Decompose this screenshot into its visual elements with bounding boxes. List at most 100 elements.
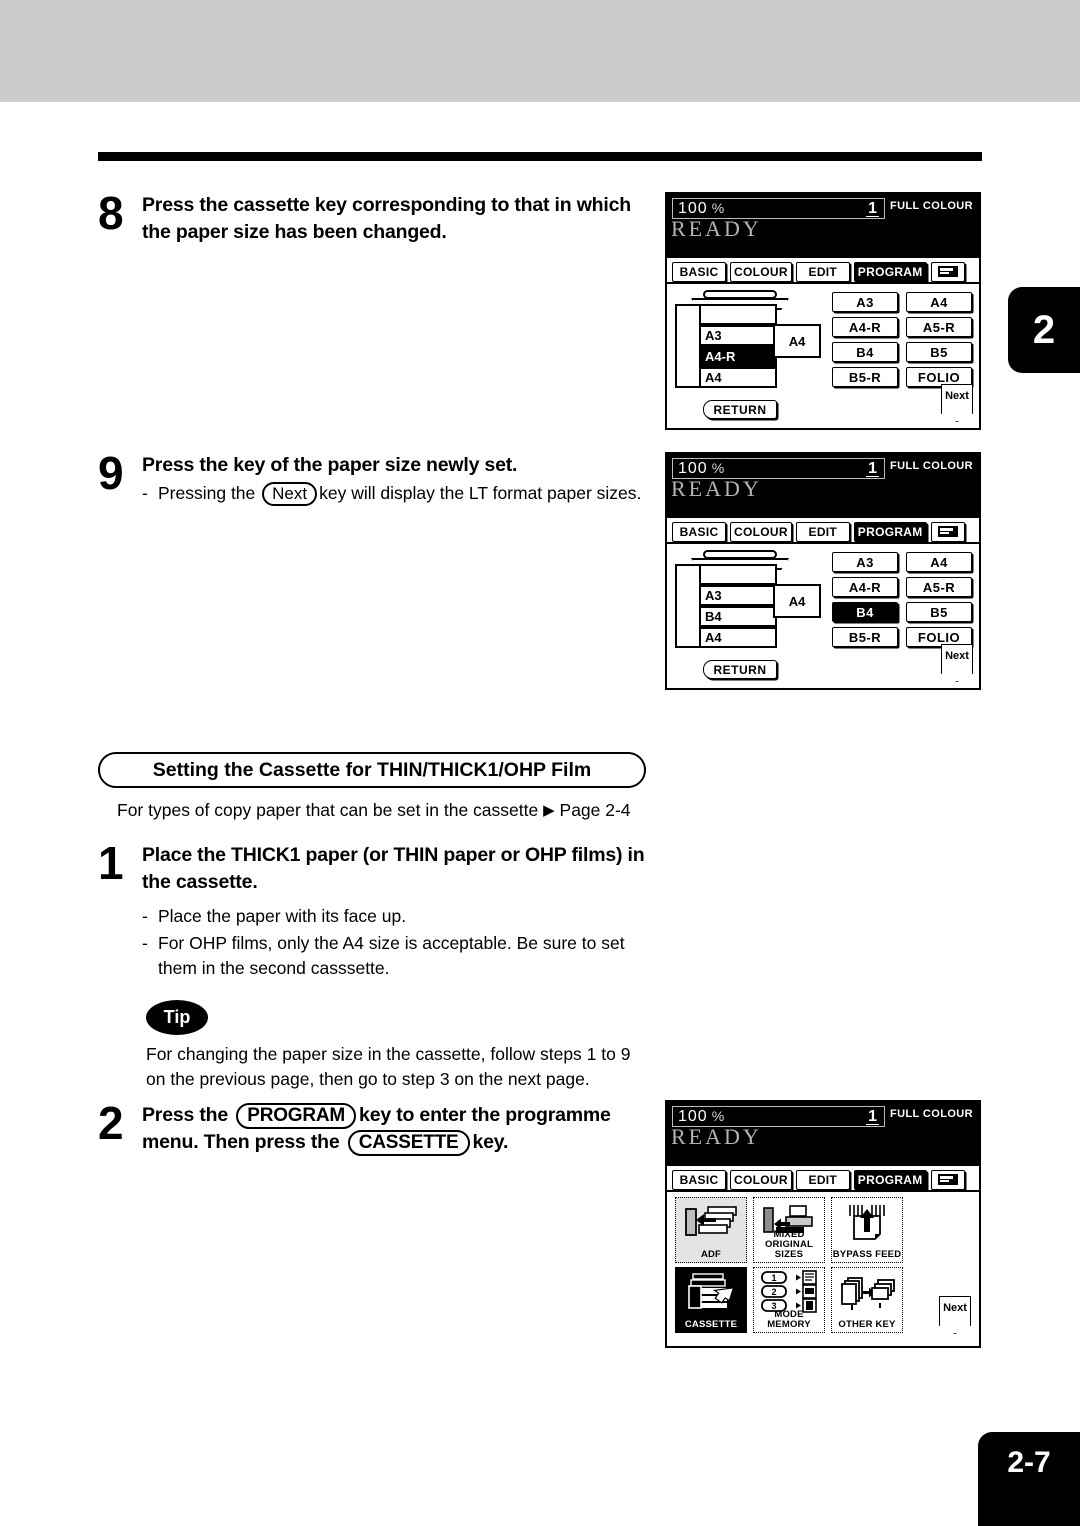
step-2-text-4: key. — [472, 1131, 509, 1153]
step-1-number: 1 — [98, 837, 124, 889]
copy-count: 1 — [866, 199, 879, 217]
keyboard-icon — [937, 1174, 958, 1185]
size-button-a3[interactable]: A3 — [832, 292, 898, 312]
step-2-text-2: key to enter the programme — [359, 1104, 611, 1126]
program-item-mixed-original-sizes[interactable]: MIXED ORIGINAL SIZES — [753, 1197, 825, 1263]
zoom-value: 100 — [678, 199, 708, 217]
colour-mode-label: FULL COLOUR — [889, 200, 973, 212]
size-button-b5[interactable]: B5 — [906, 602, 972, 622]
tip-line-1: For changing the paper size in the casse… — [146, 1044, 631, 1064]
cassette-row-3[interactable]: A4-R — [699, 346, 777, 367]
tab-colour[interactable]: COLOUR — [730, 261, 792, 282]
cassette-row-4[interactable]: A4 — [699, 367, 777, 388]
size-button-a4[interactable]: A4 — [906, 552, 972, 572]
size-button-a4[interactable]: A4 — [906, 292, 972, 312]
tab-edit[interactable]: EDIT — [795, 261, 850, 282]
program-item-bypass-label: BYPASS FEED — [832, 1249, 902, 1260]
tip-line-2: on the previous page, then go to step 3 … — [146, 1069, 590, 1089]
cassette-lid — [703, 550, 777, 559]
next-button[interactable]: Next — [939, 1296, 971, 1334]
step-9-note-pre: Pressing the — [158, 483, 256, 503]
percent-symbol: % — [711, 459, 725, 476]
bypass-tray-size[interactable]: A4 — [773, 324, 821, 358]
next-button[interactable]: Next — [941, 644, 973, 682]
tip-text: For changing the paper size in the casse… — [146, 1042, 630, 1092]
lcd-tab-bar: BASIC COLOUR EDIT PROGRAM — [667, 1164, 979, 1190]
tab-keyboard[interactable] — [930, 261, 965, 282]
step-9-note: - Pressing the Next key will display the … — [142, 481, 654, 506]
program-item-mode-memory[interactable]: 1 2 3 MODE MEMORY — [753, 1267, 825, 1333]
size-button-a5r[interactable]: A5-R — [906, 577, 972, 597]
step-8-title: Press the cassette key corresponding to … — [142, 194, 631, 243]
size-button-a3[interactable]: A3 — [832, 552, 898, 572]
size-button-b4[interactable]: B4 — [832, 342, 898, 362]
section-heading: Setting the Cassette for THIN/THICK1/OHP… — [98, 752, 646, 788]
program-item-cassette[interactable]: CASSETTE — [675, 1267, 747, 1333]
mode-memory-icon: 1 2 3 — [754, 1270, 824, 1316]
tab-keyboard[interactable] — [930, 521, 965, 542]
other-key-icon — [832, 1271, 902, 1313]
zoom-value: 100 — [678, 1107, 708, 1125]
tab-edit[interactable]: EDIT — [795, 521, 850, 542]
size-button-a5r[interactable]: A5-R — [906, 317, 972, 337]
lcd-tab-bar: BASIC COLOUR EDIT PROGRAM — [667, 256, 979, 282]
bypass-tray-size[interactable]: A4 — [773, 584, 821, 618]
mode-memory-number-1: 1 — [771, 1273, 776, 1283]
size-button-b5r[interactable]: B5-R — [832, 367, 898, 387]
lcd-content-area: A3 B4 A4 A4 RETURN A3 A4 A4-R A5-R B4 B5… — [667, 542, 979, 688]
section-note: For types of copy paper that can be set … — [117, 800, 631, 821]
mixed-original-sizes-icon — [754, 1201, 824, 1243]
program-item-other-key-label: OTHER KEY — [838, 1319, 896, 1330]
step-1-bullet-1: - Place the paper with its face up. — [142, 904, 658, 929]
cassette-lid — [703, 290, 777, 299]
cassette-row-4[interactable]: A4 — [699, 627, 777, 648]
size-button-b4[interactable]: B4 — [832, 602, 898, 622]
cassette-row-2[interactable]: A3 — [699, 325, 777, 346]
step-2-text-1: Press the — [142, 1104, 228, 1126]
cassette-row-2[interactable]: A3 — [699, 585, 777, 606]
next-button[interactable]: Next — [941, 384, 973, 422]
tab-program[interactable]: PROGRAM — [853, 521, 927, 542]
tab-basic[interactable]: BASIC — [672, 1169, 726, 1190]
cassette-icon — [676, 1271, 746, 1313]
cassette-row-1[interactable] — [699, 304, 777, 325]
program-item-adf-label: ADF — [700, 1249, 722, 1260]
tip-badge: Tip — [146, 1000, 208, 1035]
copy-count: 1 — [866, 1107, 879, 1125]
size-button-a4r[interactable]: A4-R — [832, 317, 898, 337]
bullet-dash: - — [142, 933, 148, 953]
colour-mode-label: FULL COLOUR — [889, 460, 973, 472]
tab-basic[interactable]: BASIC — [672, 521, 726, 542]
program-item-other-key[interactable]: OTHER KEY — [831, 1267, 903, 1333]
size-button-a4r[interactable]: A4-R — [832, 577, 898, 597]
page-number: 2-7 — [978, 1432, 1080, 1526]
step-1-bullet-2-text: For OHP films, only the A4 size is accep… — [158, 933, 625, 978]
tab-program[interactable]: PROGRAM — [853, 1169, 927, 1190]
step-1: 1 Place the THICK1 paper (or THIN paper … — [98, 837, 658, 981]
copy-count: 1 — [866, 459, 879, 477]
tab-colour[interactable]: COLOUR — [730, 1169, 792, 1190]
size-button-b5r[interactable]: B5-R — [832, 627, 898, 647]
return-button[interactable]: RETURN — [703, 400, 777, 419]
step-9: 9 Press the key of the paper size newly … — [98, 450, 654, 506]
step-1-bullet-2: - For OHP films, only the A4 size is acc… — [142, 931, 658, 981]
tab-colour[interactable]: COLOUR — [730, 521, 792, 542]
tab-basic[interactable]: BASIC — [672, 261, 726, 282]
status-text: READY — [671, 476, 762, 501]
tab-program[interactable]: PROGRAM — [853, 261, 927, 282]
percent-symbol: % — [711, 199, 725, 216]
manual-page: 2 2-7 8 Press the cassette key correspon… — [0, 0, 1080, 1526]
section-note-text: For types of copy paper that can be set … — [117, 800, 539, 820]
paper-size-grid: A3 A4 A4-R A5-R B4 B5 B5-R FOLIO — [832, 292, 974, 387]
keyboard-icon — [937, 266, 958, 277]
tab-keyboard[interactable] — [930, 1169, 965, 1190]
cassette-row-3[interactable]: B4 — [699, 606, 777, 627]
lcd-tab-bar: BASIC COLOUR EDIT PROGRAM — [667, 516, 979, 542]
tab-edit[interactable]: EDIT — [795, 1169, 850, 1190]
return-button[interactable]: RETURN — [703, 660, 777, 679]
program-item-bypass-feed[interactable]: BYPASS FEED — [831, 1197, 903, 1263]
program-item-adf[interactable]: ADF — [675, 1197, 747, 1263]
lcd-status-header: 100% 1 FULL COLOUR READY — [667, 1102, 979, 1164]
cassette-row-1[interactable] — [699, 564, 777, 585]
size-button-b5[interactable]: B5 — [906, 342, 972, 362]
